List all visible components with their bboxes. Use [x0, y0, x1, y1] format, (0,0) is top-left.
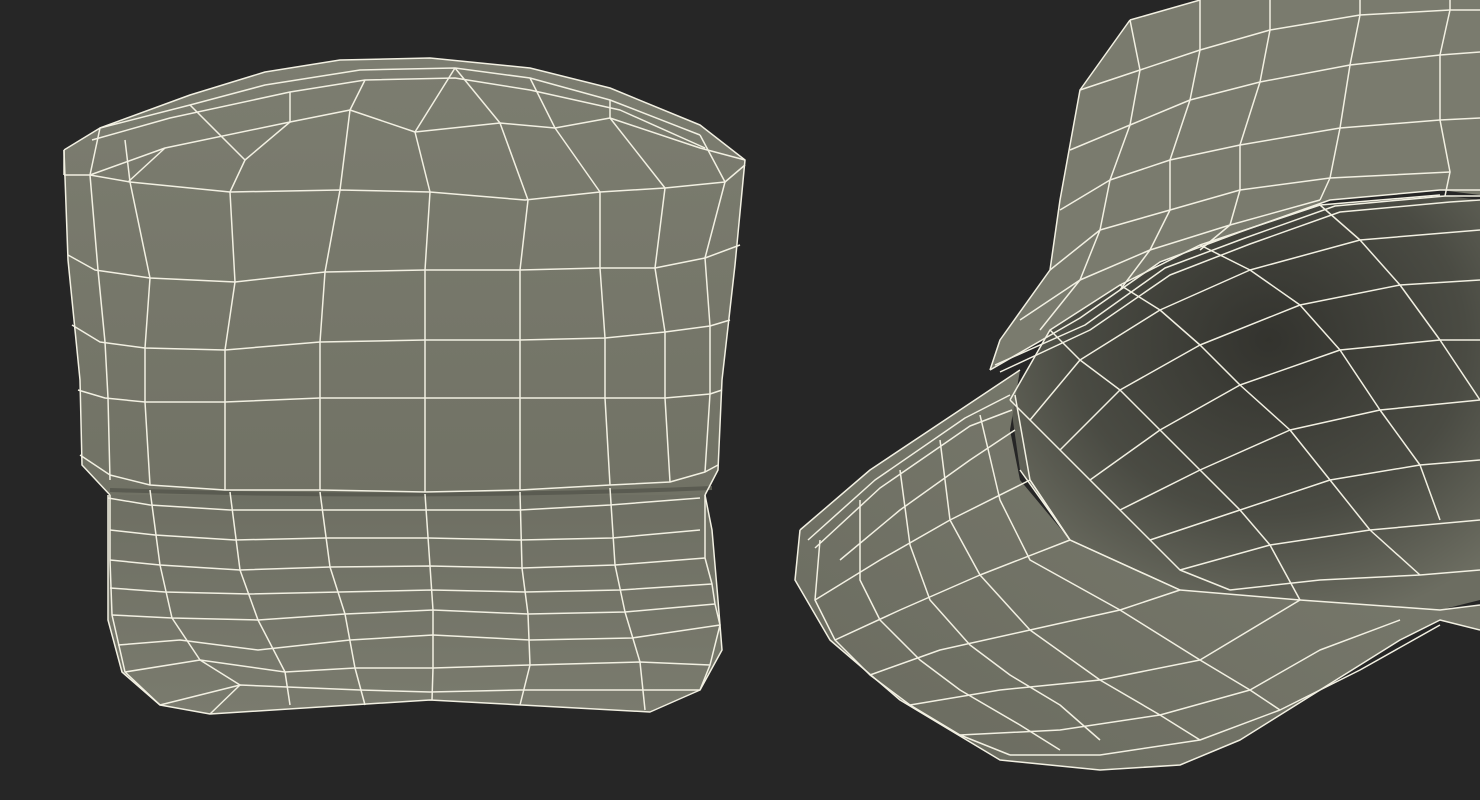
- cap-crown: [64, 58, 745, 495]
- underside-view: [794, 0, 1480, 771]
- wireframe-render: [63, 0, 1480, 771]
- cap-visor: [108, 495, 722, 714]
- front-view: [63, 57, 746, 715]
- render-viewport: [0, 0, 1480, 800]
